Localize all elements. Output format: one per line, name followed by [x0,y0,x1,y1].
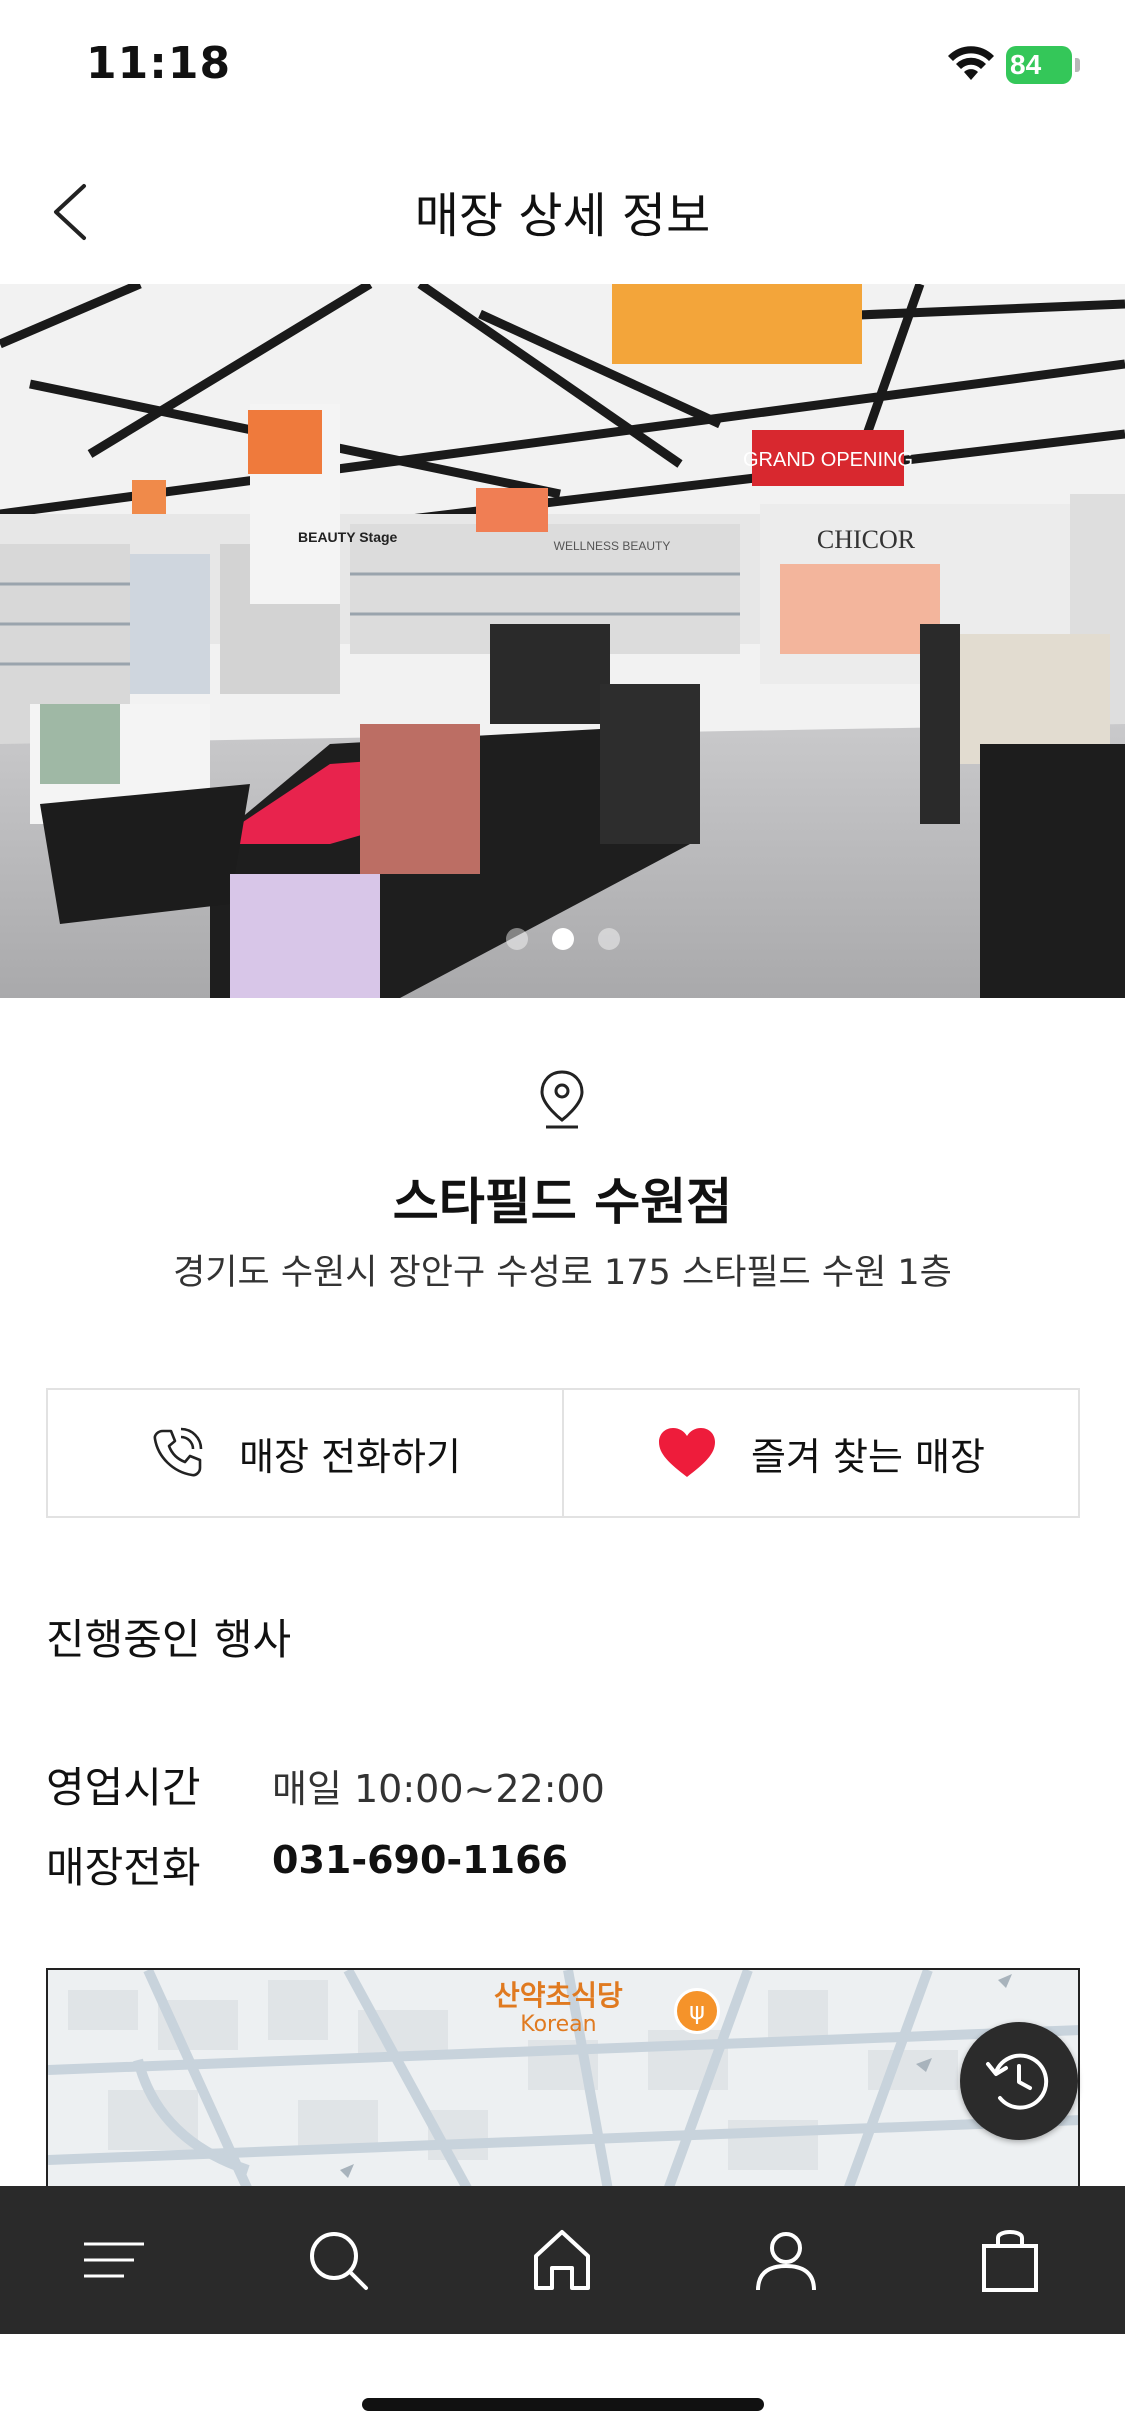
home-indicator [362,2398,764,2411]
store-map[interactable]: 산약초식당 Korean ψ [46,1968,1080,2188]
favorite-store-button[interactable]: 즐겨 찾는 매장 [562,1388,1080,1518]
menu-icon [84,2242,144,2278]
search-button[interactable] [298,2220,378,2300]
beauty-stage-sign: BEAUTY Stage [298,529,398,545]
store-address: 경기도 수원시 장안구 수성로 175 스타필드 수원 1층 [173,1253,952,1293]
location-pin-icon [540,1070,584,1129]
history-icon [986,2053,1049,2110]
favorite-store-label: 즐겨 찾는 매장 [751,1434,985,1479]
bottom-tab-bar [0,2186,1125,2334]
carousel-dot[interactable] [505,928,528,950]
phone-value[interactable]: 031-690-1166 [272,1838,568,1882]
app-header: 매장 상세 정보 [0,140,1125,285]
wifi-icon [948,46,994,80]
menu-button[interactable] [74,2220,154,2300]
bag-icon [982,2230,1038,2292]
hours-value: 매일 10:00~22:00 [272,1767,605,1811]
status-time: 11:18 [86,38,232,89]
my-page-button[interactable] [746,2220,826,2300]
carousel-indicator [0,928,1125,954]
heart-icon [659,1428,716,1477]
wellness-sign: WELLNESS BEAUTY [554,539,671,553]
page-title: 매장 상세 정보 [414,188,711,244]
phone-icon [153,1427,203,1477]
user-icon [756,2232,816,2291]
cart-button[interactable] [970,2220,1050,2300]
poi-name: 산약초식당 [494,1979,623,2012]
hours-label: 영업시간 [46,1763,201,1812]
phone-label: 매장전화 [46,1843,201,1892]
grand-opening-sign: GRAND OPENING [743,449,913,471]
battery-icon: 84 [1006,46,1080,84]
call-store-label: 매장 전화하기 [239,1434,461,1479]
restaurant-icon[interactable]: ψ [674,1988,720,2034]
status-bar: 11:18 84 [0,0,1125,140]
map-poi[interactable]: 산약초식당 Korean [494,1980,623,2038]
search-icon [310,2232,368,2290]
call-store-button[interactable]: 매장 전화하기 [46,1388,564,1518]
carousel-dot-active[interactable] [551,928,574,950]
store-name: 스타필드 수원점 [392,1173,733,1231]
store-photo-carousel[interactable]: GRAND OPENING BEAUTY Stage CHICOR WELLNE… [0,284,1125,998]
home-icon [534,2230,590,2290]
home-button[interactable] [522,2220,602,2300]
events-heading: 진행중인 행사 [46,1615,292,1664]
carousel-dot[interactable] [597,928,620,950]
poi-category: Korean [520,2012,597,2037]
chicor-sign: CHICOR [817,525,916,554]
history-button[interactable] [960,2022,1078,2140]
store-photo: GRAND OPENING BEAUTY Stage CHICOR WELLNE… [0,284,1125,998]
battery-level: 84 [1010,49,1042,80]
